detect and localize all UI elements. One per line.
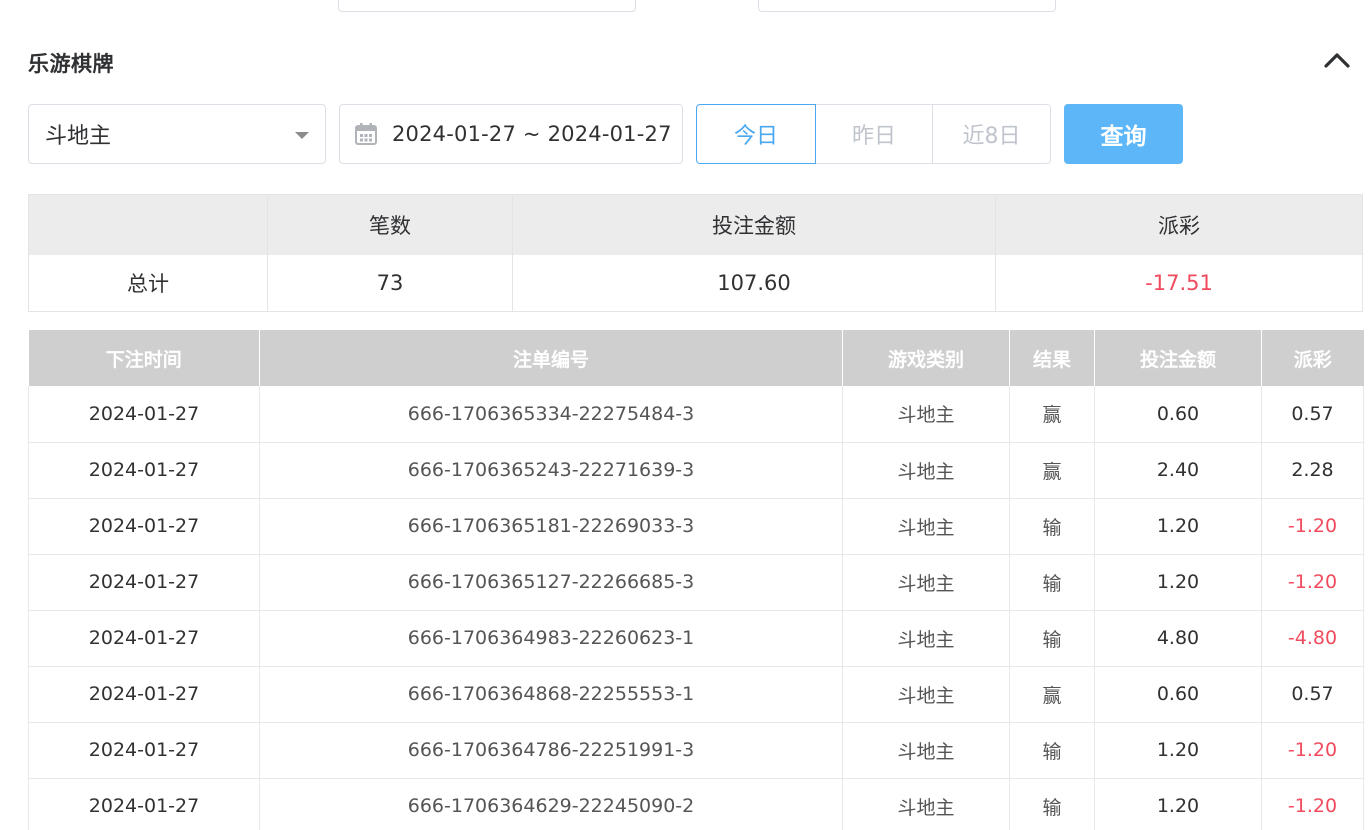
cell-time: 2024-01-27 xyxy=(28,722,260,779)
cell-time: 2024-01-27 xyxy=(28,778,260,830)
caret-down-icon xyxy=(295,132,309,139)
quick-range-group: 今日 昨日 近8日 xyxy=(696,104,1051,164)
cell-order-id: 666-1706364983-22260623-1 xyxy=(259,610,843,667)
chevron-up-icon[interactable] xyxy=(1322,48,1352,72)
cell-payout: -1.20 xyxy=(1261,778,1364,830)
game-select[interactable]: 斗地主 xyxy=(28,104,326,164)
cell-time: 2024-01-27 xyxy=(28,554,260,611)
cell-result: 输 xyxy=(1009,778,1095,830)
cell-order-id: 666-1706364629-22245090-2 xyxy=(259,778,843,830)
col-header-time: 下注时间 xyxy=(28,330,260,386)
cell-payout: -1.20 xyxy=(1261,722,1364,779)
top-input-left[interactable] xyxy=(338,0,636,12)
cell-time: 2024-01-27 xyxy=(28,386,260,443)
table-row: 2024-01-27 666-1706364983-22260623-1 斗地主输 4… xyxy=(28,610,1364,667)
cell-payout: 0.57 xyxy=(1261,666,1364,723)
records-body: 2024-01-27 666-1706365334-22275484-3 斗地主赢 0… xyxy=(28,386,1364,830)
cell-time: 2024-01-27 xyxy=(28,610,260,667)
summary-total-bet: 107.60 xyxy=(513,255,996,311)
cell-bet: 1.20 xyxy=(1094,778,1262,830)
cell-result: 输 xyxy=(1009,498,1095,555)
range-8days-button[interactable]: 近8日 xyxy=(933,104,1051,164)
table-row: 2024-01-27 666-1706364786-22251991-3 斗地主输 1… xyxy=(28,722,1364,779)
records-table: 下注时间 注单编号 游戏类别 结果 投注金额 派彩 2024-01-27 666-… xyxy=(28,330,1364,830)
cell-bet: 1.20 xyxy=(1094,722,1262,779)
table-row: 2024-01-27 666-1706364868-22255553-1 斗地主赢 0… xyxy=(28,666,1364,723)
cell-order-id: 666-1706365334-22275484-3 xyxy=(259,386,843,443)
summary-total-payout: -17.51 xyxy=(1145,271,1213,295)
cell-result: 输 xyxy=(1009,722,1095,779)
summary-header-row: 笔数 投注金额 派彩 xyxy=(29,195,1362,255)
records-header-row: 下注时间 注单编号 游戏类别 结果 投注金额 派彩 xyxy=(28,330,1364,386)
calendar-icon xyxy=(354,122,378,146)
cell-result: 赢 xyxy=(1009,666,1095,723)
summary-table: 笔数 投注金额 派彩 总计 73 107.60 -17.51 xyxy=(28,194,1363,312)
cell-game: 斗地主 xyxy=(842,442,1010,499)
cell-game: 斗地主 xyxy=(842,386,1010,443)
date-range-value: 2024-01-27 ~ 2024-01-27 xyxy=(392,122,672,146)
table-row: 2024-01-27 666-1706365181-22269033-3 斗地主输 1… xyxy=(28,498,1364,555)
section-title: 乐游棋牌 xyxy=(28,52,114,76)
cell-time: 2024-01-27 xyxy=(28,666,260,723)
game-select-value: 斗地主 xyxy=(45,124,112,149)
cell-game: 斗地主 xyxy=(842,722,1010,779)
col-header-game: 游戏类别 xyxy=(842,330,1010,386)
cell-game: 斗地主 xyxy=(842,498,1010,555)
cell-result: 赢 xyxy=(1009,386,1095,443)
cell-order-id: 666-1706364786-22251991-3 xyxy=(259,722,843,779)
cell-bet: 0.60 xyxy=(1094,666,1262,723)
cell-bet: 2.40 xyxy=(1094,442,1262,499)
page: 乐游棋牌 斗地主 2024-01-27 ~ 2024-01-27 今日 昨日 近… xyxy=(0,0,1368,830)
summary-total-label: 总计 xyxy=(29,255,268,311)
cell-payout: 0.57 xyxy=(1261,386,1364,443)
cell-payout: -1.20 xyxy=(1261,498,1364,555)
summary-header-payout: 派彩 xyxy=(1158,214,1200,238)
cell-payout: -1.20 xyxy=(1261,554,1364,611)
cell-payout: 2.28 xyxy=(1261,442,1364,499)
cell-order-id: 666-1706364868-22255553-1 xyxy=(259,666,843,723)
cell-bet: 1.20 xyxy=(1094,554,1262,611)
cell-game: 斗地主 xyxy=(842,554,1010,611)
table-row: 2024-01-27 666-1706364629-22245090-2 斗地主输 1… xyxy=(28,778,1364,830)
table-row: 2024-01-27 666-1706365243-22271639-3 斗地主赢 2… xyxy=(28,442,1364,499)
cell-result: 输 xyxy=(1009,610,1095,667)
cell-bet: 4.80 xyxy=(1094,610,1262,667)
col-header-order-id: 注单编号 xyxy=(259,330,843,386)
col-header-bet: 投注金额 xyxy=(1094,330,1262,386)
col-header-result: 结果 xyxy=(1009,330,1095,386)
summary-header-count: 笔数 xyxy=(268,195,513,255)
table-row: 2024-01-27 666-1706365127-22266685-3 斗地主输 1… xyxy=(28,554,1364,611)
cell-order-id: 666-1706365127-22266685-3 xyxy=(259,554,843,611)
cell-bet: 1.20 xyxy=(1094,498,1262,555)
cell-result: 输 xyxy=(1009,554,1095,611)
cell-game: 斗地主 xyxy=(842,610,1010,667)
range-yesterday-button[interactable]: 昨日 xyxy=(816,104,933,164)
summary-total-count: 73 xyxy=(268,255,513,311)
table-row: 2024-01-27 666-1706365334-22275484-3 斗地主赢 0… xyxy=(28,386,1364,443)
top-input-right[interactable] xyxy=(758,0,1056,12)
summary-header-empty xyxy=(29,195,268,255)
summary-header-bet: 投注金额 xyxy=(513,195,996,255)
cell-time: 2024-01-27 xyxy=(28,442,260,499)
query-button[interactable]: 查询 xyxy=(1064,104,1183,164)
cell-result: 赢 xyxy=(1009,442,1095,499)
cell-order-id: 666-1706365243-22271639-3 xyxy=(259,442,843,499)
cell-game: 斗地主 xyxy=(842,778,1010,830)
filter-bar: 斗地主 2024-01-27 ~ 2024-01-27 今日 昨日 近8日 查询 xyxy=(0,104,1368,164)
range-today-button[interactable]: 今日 xyxy=(696,104,816,164)
cell-bet: 0.60 xyxy=(1094,386,1262,443)
cell-time: 2024-01-27 xyxy=(28,498,260,555)
cell-game: 斗地主 xyxy=(842,666,1010,723)
summary-total-row: 总计 73 107.60 -17.51 xyxy=(29,255,1362,311)
cell-order-id: 666-1706365181-22269033-3 xyxy=(259,498,843,555)
date-range-picker[interactable]: 2024-01-27 ~ 2024-01-27 xyxy=(339,104,683,164)
col-header-payout: 派彩 xyxy=(1261,330,1364,386)
cell-payout: -4.80 xyxy=(1261,610,1364,667)
